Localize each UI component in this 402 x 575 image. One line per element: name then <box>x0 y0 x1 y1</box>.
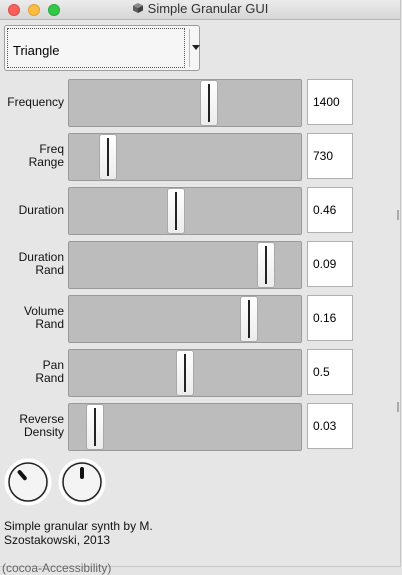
select-divider <box>189 29 190 67</box>
value-field-freq-range[interactable]: 730 <box>307 133 353 179</box>
slider-thumb-duration-rand[interactable] <box>257 242 275 288</box>
scroll-marker <box>397 402 399 412</box>
slider-row-volume-rand: Volume Rand 0.16 <box>0 295 400 343</box>
slider-label-duration-rand: Duration Rand <box>0 251 64 277</box>
slider-thumb-frequency[interactable] <box>200 80 218 126</box>
slider-row-freq-range: Freq Range 730 <box>0 133 400 181</box>
app-cube-icon <box>132 3 143 13</box>
credits-line-1: Simple granular synth by M. <box>4 519 153 533</box>
slider-label-line: Range <box>28 155 64 169</box>
slider-row-frequency: Frequency 1400 <box>0 79 400 127</box>
slider-row-duration: Duration 0.46 <box>0 187 400 235</box>
credits-line-2: Szostakowski, 2013 <box>4 533 111 547</box>
slider-label-line: Rand <box>35 317 64 331</box>
value-text-duration: 0.46 <box>313 203 337 217</box>
value-field-frequency[interactable]: 1400 <box>307 79 353 125</box>
slider-label-reverse-density: Reverse Density <box>0 413 64 439</box>
slider-thumb-volume-rand[interactable] <box>240 296 258 342</box>
slider-thumb-duration[interactable] <box>167 188 185 234</box>
slider-label-freq-range: Freq Range <box>0 143 64 169</box>
slider-label-volume-rand: Volume Rand <box>0 305 64 331</box>
app-window: Simple Granular GUI Triangle Frequency 14… <box>0 0 401 567</box>
value-text-duration-rand: 0.09 <box>313 257 337 271</box>
slider-label-line: Rand <box>35 371 64 385</box>
value-field-duration-rand[interactable]: 0.09 <box>307 241 353 287</box>
slider-label-line: Duration <box>18 203 64 217</box>
value-text-reverse-density: 0.03 <box>313 419 337 433</box>
slider-track-volume-rand[interactable] <box>68 295 302 343</box>
slider-label-pan-rand: Pan Rand <box>0 359 64 385</box>
knob-left[interactable] <box>4 458 52 506</box>
waveform-select-focus: Triangle <box>7 28 185 68</box>
slider-row-pan-rand: Pan Rand 0.5 <box>0 349 400 397</box>
waveform-select-value: Triangle <box>13 43 60 58</box>
scroll-marker <box>397 210 399 220</box>
value-field-duration[interactable]: 0.46 <box>307 187 353 233</box>
value-field-pan-rand[interactable]: 0.5 <box>307 349 353 395</box>
slider-thumb-reverse-density[interactable] <box>86 404 104 450</box>
slider-label-line: Frequency <box>7 95 64 109</box>
credits-text: Simple granular synth by M. Szostakowski… <box>4 519 224 547</box>
window-title: Simple Granular GUI <box>147 1 269 16</box>
slider-track-duration[interactable] <box>68 187 302 235</box>
slider-track-frequency[interactable] <box>68 79 302 127</box>
chevron-down-icon[interactable] <box>192 45 200 50</box>
value-text-freq-range: 730 <box>313 149 334 163</box>
slider-label-duration: Duration <box>0 204 64 217</box>
value-field-reverse-density[interactable]: 0.03 <box>307 403 353 449</box>
value-text-pan-rand: 0.5 <box>313 365 330 379</box>
waveform-select[interactable]: Triangle <box>4 25 200 71</box>
slider-thumb-pan-rand[interactable] <box>176 350 194 396</box>
slider-track-freq-range[interactable] <box>68 133 302 181</box>
slider-row-reverse-density: Reverse Density 0.03 <box>0 403 400 451</box>
slider-track-pan-rand[interactable] <box>68 349 302 397</box>
slider-label-line: Density <box>23 425 64 439</box>
title-bar[interactable]: Simple Granular GUI <box>0 0 400 20</box>
slider-track-duration-rand[interactable] <box>68 241 302 289</box>
slider-track-reverse-density[interactable] <box>68 403 302 451</box>
knob-right[interactable] <box>58 458 106 506</box>
slider-row-duration-rand: Duration Rand 0.09 <box>0 241 400 289</box>
slider-thumb-freq-range[interactable] <box>99 134 117 180</box>
slider-label-line: Rand <box>35 263 64 277</box>
window-title-wrap: Simple Granular GUI <box>0 1 400 16</box>
value-text-frequency: 1400 <box>313 95 340 109</box>
value-text-volume-rand: 0.16 <box>313 311 337 325</box>
value-field-volume-rand[interactable]: 0.16 <box>307 295 353 341</box>
slider-label-frequency: Frequency <box>0 96 64 109</box>
